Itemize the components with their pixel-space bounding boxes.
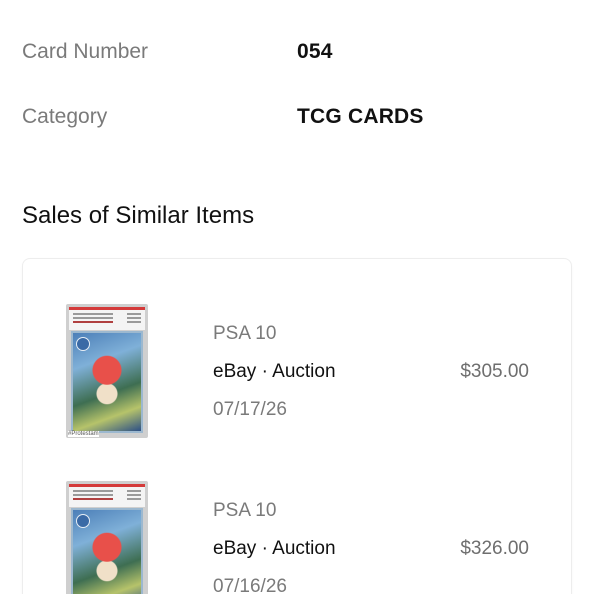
detail-label: Card Number bbox=[22, 40, 149, 63]
sale-price: $305.00 bbox=[460, 361, 529, 382]
slab-label bbox=[69, 484, 145, 507]
detail-row-card-number: Card Number 054 bbox=[22, 37, 572, 67]
sale-date: 07/16/26 bbox=[213, 576, 287, 594]
card-thumbnail[interactable] bbox=[66, 304, 148, 438]
sale-price: $326.00 bbox=[460, 538, 529, 559]
item-details-page: Card Number 054 Category TCG CARDS Sales… bbox=[0, 0, 594, 594]
card-artwork bbox=[71, 508, 143, 594]
sale-venue: eBay · Auction bbox=[213, 538, 336, 559]
sale-date: 07/17/26 bbox=[213, 399, 287, 420]
detail-value: 054 bbox=[297, 40, 333, 63]
section-title: Sales of Similar Items bbox=[22, 202, 255, 229]
card-artwork bbox=[71, 331, 143, 433]
card-thumbnail[interactable] bbox=[66, 481, 148, 594]
detail-label: Category bbox=[22, 105, 108, 128]
watermark-text: #Protestam bbox=[68, 431, 99, 437]
element-icon bbox=[76, 514, 90, 528]
detail-row-category: Category TCG CARDS bbox=[22, 102, 572, 132]
sale-venue: eBay · Auction bbox=[213, 361, 336, 382]
sale-list-item[interactable]: PSA 10 eBay · Auction $326.00 07/16/26 bbox=[23, 481, 571, 594]
sale-list-item[interactable]: #Protestam PSA 10 eBay · Auction $305.00… bbox=[23, 304, 571, 444]
sales-list: #Protestam PSA 10 eBay · Auction $305.00… bbox=[22, 258, 572, 594]
sale-grade: PSA 10 bbox=[213, 323, 277, 344]
element-icon bbox=[76, 337, 90, 351]
slab-label bbox=[69, 307, 145, 330]
detail-value: TCG CARDS bbox=[297, 105, 424, 128]
sale-grade: PSA 10 bbox=[213, 500, 277, 521]
